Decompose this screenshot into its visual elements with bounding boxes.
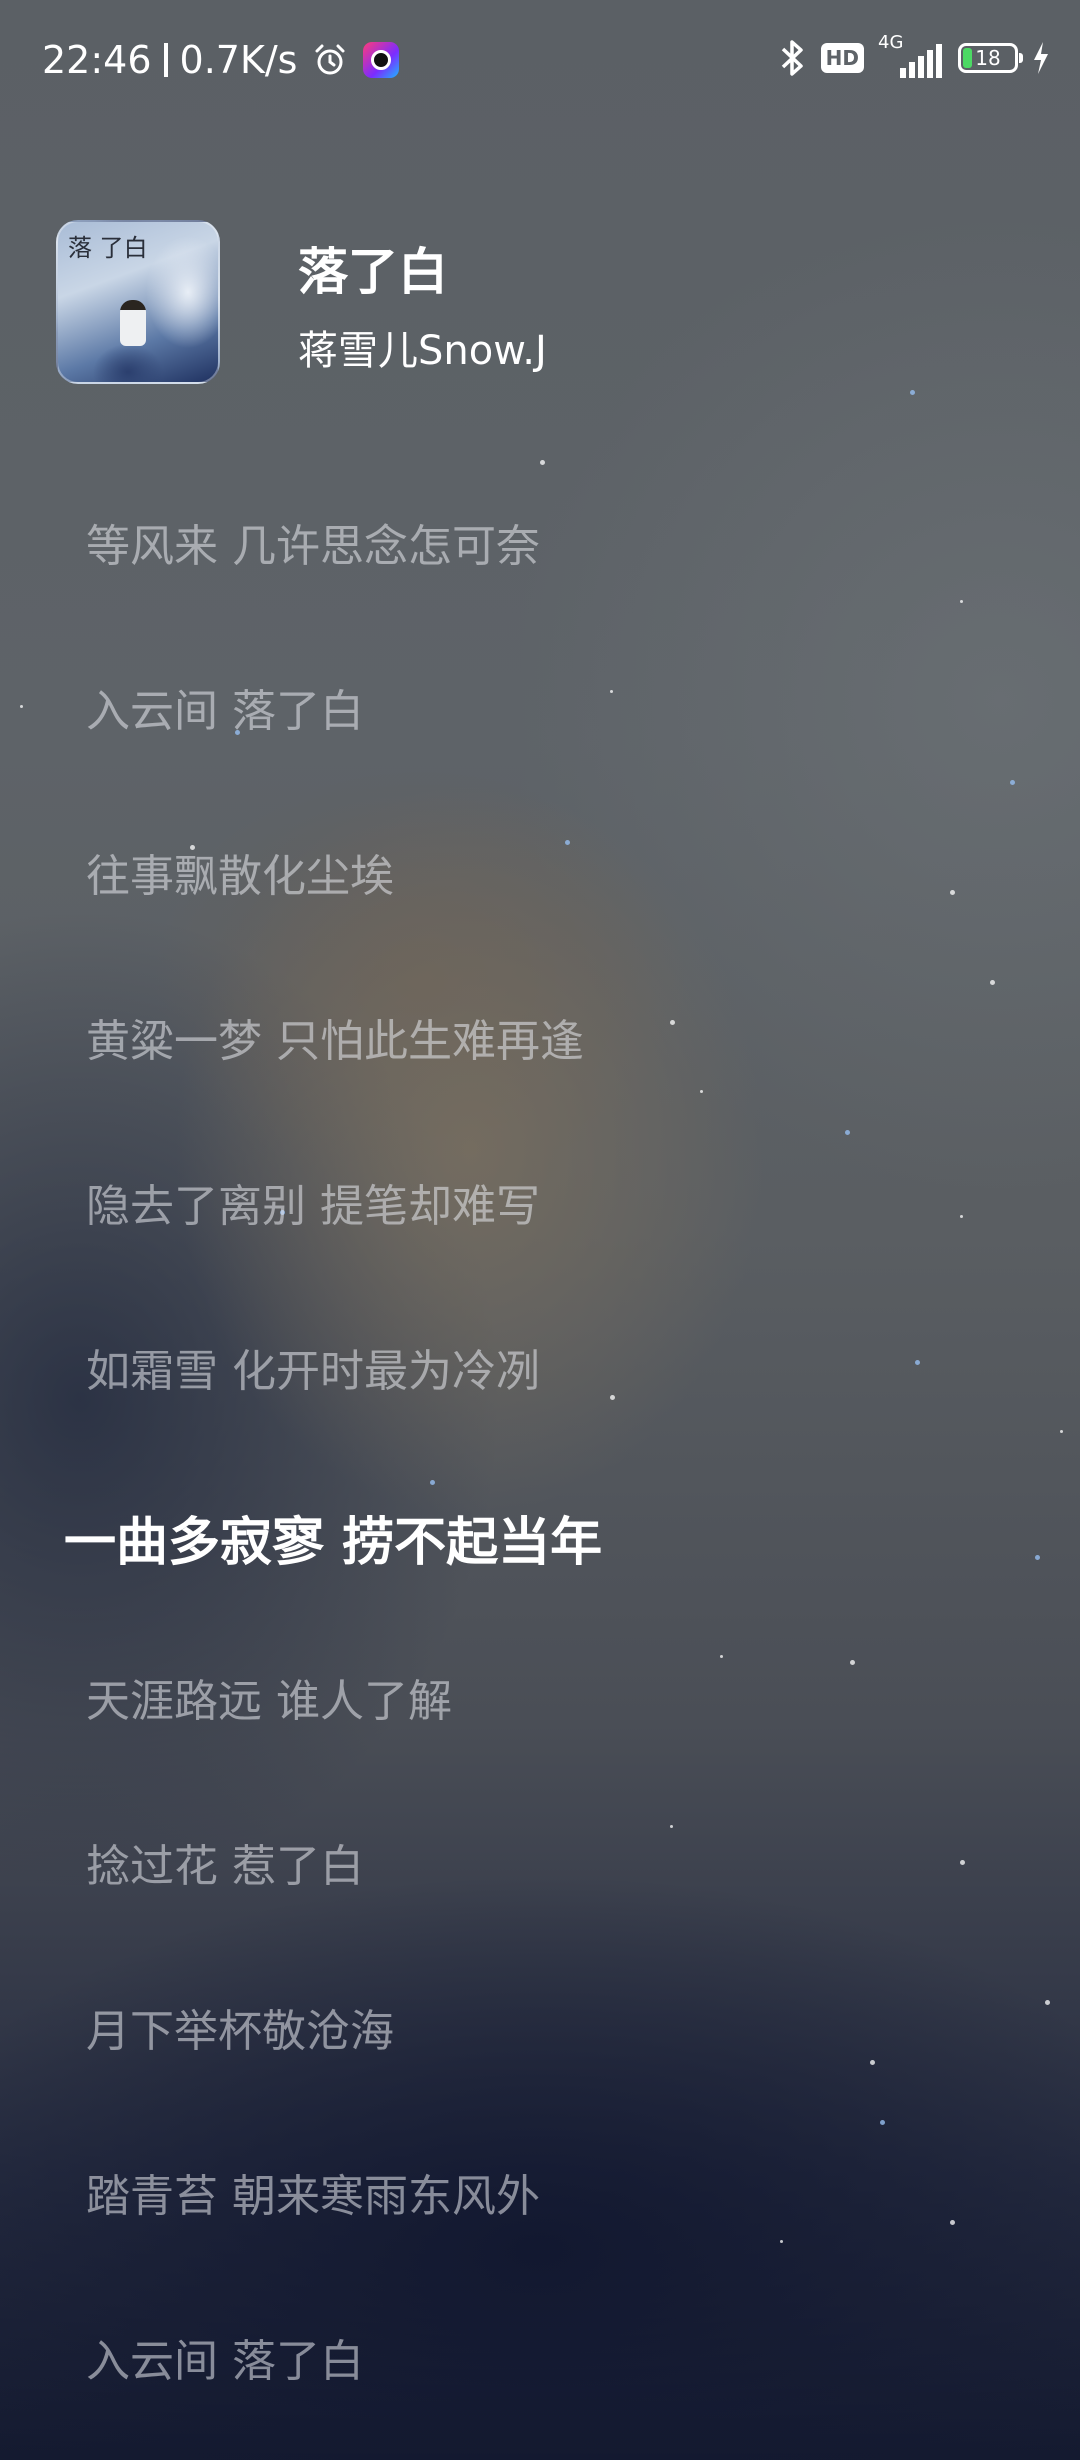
star-particle [960, 600, 963, 603]
star-particle [670, 1020, 675, 1025]
star-particle [780, 2240, 783, 2243]
status-bar-right: HD 4G 18 [763, 32, 1050, 78]
star-particle [960, 1860, 965, 1865]
lyric-line[interactable]: 月下举杯敬沧海 [86, 1995, 394, 2059]
network-speed: 0.7K/s [179, 38, 298, 82]
separator [163, 43, 168, 77]
alarm-clock-icon [315, 44, 345, 75]
star-particle [540, 460, 545, 465]
star-particle [910, 390, 915, 395]
star-particle [915, 1360, 920, 1365]
song-title: 落了白 [298, 243, 448, 301]
star-particle [565, 840, 570, 845]
battery-level: 18 [975, 46, 1001, 70]
lyric-line[interactable]: 黄粱一梦 只怕此生难再逢 [86, 1005, 584, 1069]
lyric-line[interactable]: 如霜雪 化开时最为冷冽 [86, 1335, 540, 1399]
lyric-line[interactable]: 入云间 落了白 [86, 2325, 364, 2389]
network-type-label: 4G [878, 32, 904, 53]
status-bar: 22:46 0.7K/s HD 4G 18 [0, 0, 1080, 130]
star-particle [990, 980, 995, 985]
lyric-line[interactable]: 等风来 几许思念怎可奈 [86, 510, 540, 574]
lightning-bolt-icon [1034, 42, 1048, 74]
lyric-line[interactable]: 隐去了离别 提笔却难写 [86, 1170, 540, 1234]
star-particle [1010, 780, 1015, 785]
star-particle [950, 2220, 955, 2225]
star-particle [700, 1090, 703, 1093]
lyric-line[interactable]: 往事飘散化尘埃 [86, 840, 394, 904]
album-cover-figure [120, 300, 146, 346]
hd-voice-badge: HD [820, 43, 864, 73]
lyric-line-active[interactable]: 一曲多寂寥 捞不起当年 [64, 1500, 602, 1575]
star-particle [850, 1660, 855, 1665]
album-cover[interactable]: 落 了白 [56, 220, 220, 384]
star-particle [960, 1215, 963, 1218]
star-particle [870, 2060, 875, 2065]
star-particle [610, 1395, 615, 1400]
cellular-signal-icon: 4G [878, 32, 944, 78]
star-particle [1045, 2000, 1050, 2005]
clock: 22:46 [42, 38, 152, 82]
song-artist[interactable]: 蒋雪儿Snow.J [298, 318, 547, 376]
star-particle [610, 690, 613, 693]
lyric-line[interactable]: 踏青苔 朝来寒雨东风外 [86, 2160, 540, 2224]
star-particle [1060, 1430, 1063, 1433]
star-particle [845, 1130, 850, 1135]
bluetooth-icon [781, 40, 803, 76]
star-particle [880, 2120, 885, 2125]
star-particle [1035, 1555, 1040, 1560]
lyric-line[interactable]: 捻过花 惹了白 [86, 1830, 364, 1894]
lyric-line[interactable]: 入云间 落了白 [86, 675, 364, 739]
status-bar-left: 22:46 0.7K/s [42, 38, 400, 82]
album-cover-title: 落 了白 [68, 234, 148, 262]
lyric-line[interactable]: 天涯路远 谁人了解 [86, 1665, 452, 1729]
star-particle [430, 1480, 435, 1485]
star-particle [720, 1655, 723, 1658]
app-notification-icon [363, 42, 400, 78]
star-particle [670, 1825, 673, 1828]
star-particle [950, 890, 955, 895]
battery-icon: 18 [958, 43, 1023, 73]
star-particle [20, 705, 23, 708]
